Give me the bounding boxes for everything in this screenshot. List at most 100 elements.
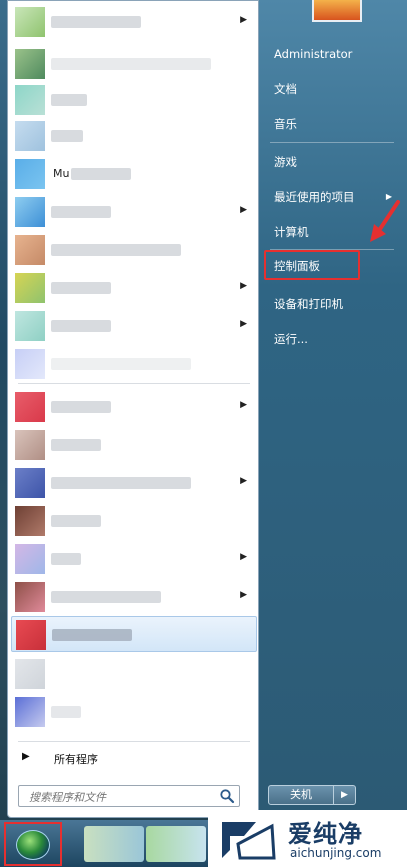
watermark-url: aichunjing.com (290, 846, 382, 860)
program-label-blurred (51, 244, 181, 256)
submenu-arrow-icon: ▶ (240, 281, 247, 291)
shutdown-options-button[interactable]: ▶ (334, 785, 356, 805)
program-label-blurred (51, 206, 111, 218)
program-item[interactable]: ▶ (11, 308, 257, 344)
program-icon (15, 349, 45, 379)
program-item[interactable]: ▶ (11, 541, 257, 577)
program-label-blurred (51, 130, 83, 142)
program-item[interactable] (11, 656, 257, 692)
program-item[interactable] (11, 503, 257, 539)
program-label-blurred (52, 629, 132, 641)
chevron-right-icon: ▶ (341, 790, 348, 800)
start-menu: ▶ Mu ▶ ▶ ▶ ▶ ▶ ▶ ▶ ▶ 所有程序 搜索程序和文件 Admini… (0, 0, 407, 820)
right-item-label: 最近使用的项目 (274, 190, 355, 204)
highlight-box (264, 250, 360, 280)
program-item[interactable]: ▶ (11, 465, 257, 501)
program-icon (15, 582, 45, 612)
menu-separator (270, 142, 394, 143)
right-item-devices-printers[interactable]: 设备和打印机 (268, 290, 396, 318)
program-item[interactable]: ▶ (11, 389, 257, 425)
program-icon (15, 159, 45, 189)
search-box[interactable] (18, 785, 240, 807)
user-avatar[interactable] (312, 0, 362, 22)
program-label-blurred (71, 168, 131, 180)
program-icon (15, 197, 45, 227)
program-label-blurred (51, 401, 111, 413)
program-icon (15, 121, 45, 151)
program-icon (15, 311, 45, 341)
program-item[interactable] (11, 232, 257, 268)
program-label-blurred (51, 16, 141, 28)
submenu-arrow-icon: ▶ (240, 476, 247, 486)
program-icon (15, 544, 45, 574)
program-icon (15, 506, 45, 536)
right-item-label: 运行... (274, 332, 308, 346)
all-programs-button[interactable]: ▶ 所有程序 (16, 745, 256, 771)
windows-orb-icon (16, 830, 50, 860)
program-item[interactable] (11, 346, 257, 382)
program-icon (15, 659, 45, 689)
submenu-arrow-icon: ▶ (240, 590, 247, 600)
right-item-games[interactable]: 游戏 (268, 148, 396, 176)
program-label-blurred (51, 515, 101, 527)
expand-arrow-icon: ▶ (22, 751, 30, 762)
program-item[interactable]: ▶ (11, 270, 257, 306)
all-programs-label: 所有程序 (54, 753, 98, 766)
program-icon (15, 7, 45, 37)
right-item-documents[interactable]: 文档 (268, 75, 396, 103)
submenu-arrow-icon: ▶ (240, 552, 247, 562)
program-item[interactable] (11, 427, 257, 463)
program-label-blurred (51, 58, 211, 70)
program-item[interactable]: ▶ (11, 194, 257, 230)
program-icon (15, 392, 45, 422)
submenu-arrow-icon: ▶ (240, 15, 247, 25)
search-input[interactable] (27, 788, 221, 806)
program-label-blurred (51, 591, 161, 603)
right-item-label: 音乐 (274, 117, 297, 131)
watermark-logo-icon (222, 822, 276, 860)
program-label-blurred (51, 439, 101, 451)
program-label-blurred (51, 477, 191, 489)
program-item[interactable]: ▶ (11, 579, 257, 615)
menu-separator (18, 741, 250, 742)
program-label: Mu (53, 167, 70, 180)
start-button[interactable] (4, 822, 62, 866)
program-icon (15, 49, 45, 79)
program-label-blurred (51, 320, 111, 332)
taskbar-app-blurred[interactable] (146, 826, 206, 862)
program-icon (15, 697, 45, 727)
submenu-arrow-icon: ▶ (240, 400, 247, 410)
program-item[interactable] (11, 694, 257, 730)
start-menu-programs-pane: ▶ Mu ▶ ▶ ▶ ▶ ▶ ▶ ▶ ▶ 所有程序 (7, 0, 259, 818)
program-icon (16, 620, 46, 650)
program-item[interactable]: ▶ (11, 4, 257, 40)
program-label-blurred (51, 358, 191, 370)
submenu-arrow-icon: ▶ (240, 319, 247, 329)
program-label-blurred (51, 706, 81, 718)
watermark: 爱纯净 aichunjing.com (208, 810, 407, 867)
taskbar-app-blurred[interactable] (84, 826, 144, 862)
right-item-username[interactable]: Administrator (268, 40, 396, 68)
menu-separator (18, 383, 250, 384)
search-icon[interactable] (219, 788, 235, 804)
program-icon (15, 235, 45, 265)
program-item[interactable] (11, 82, 257, 118)
program-icon (15, 85, 45, 115)
program-item[interactable] (11, 118, 257, 154)
right-item-label: 设备和打印机 (274, 297, 343, 311)
username-label: Administrator (274, 47, 353, 61)
program-icon (15, 273, 45, 303)
right-item-label: 游戏 (274, 155, 297, 169)
program-label-blurred (51, 282, 111, 294)
right-item-label: 文档 (274, 82, 297, 96)
program-label-blurred (51, 94, 87, 106)
right-item-run[interactable]: 运行... (268, 325, 396, 353)
program-icon (15, 468, 45, 498)
shutdown-button[interactable]: 关机 (268, 785, 334, 805)
program-item[interactable]: Mu (11, 156, 257, 192)
right-item-music[interactable]: 音乐 (268, 110, 396, 138)
program-item-selected[interactable] (11, 616, 257, 652)
program-icon (15, 430, 45, 460)
program-label-blurred (51, 553, 81, 565)
program-item[interactable] (11, 46, 257, 82)
